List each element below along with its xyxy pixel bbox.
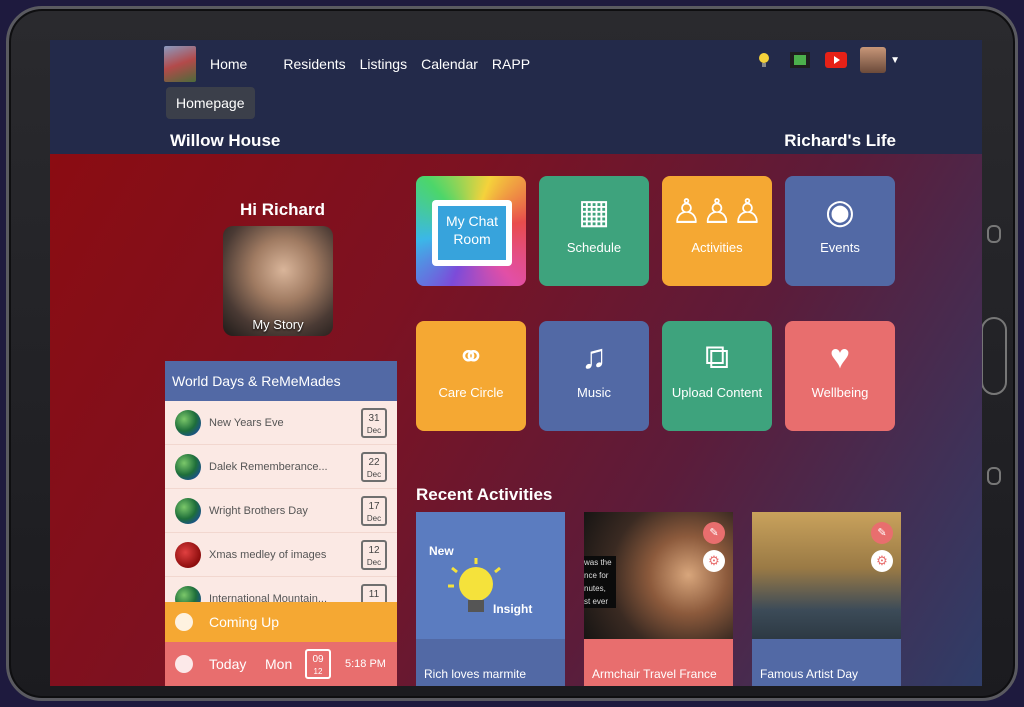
gear-icon[interactable]: ⚙ bbox=[703, 550, 725, 572]
coming-up-bar[interactable]: Coming Up bbox=[165, 602, 397, 642]
tile-wellbeing[interactable]: ♥ Wellbeing bbox=[785, 321, 895, 431]
upload-icon: ⧉ bbox=[704, 338, 730, 376]
top-icons: ▼ bbox=[752, 47, 900, 73]
calendar-icon: 31 Dec bbox=[361, 407, 387, 438]
calendar-icon: ▦ bbox=[577, 193, 611, 231]
tablet-frame: Home Residents Listings Calendar RAPP ▼ bbox=[6, 6, 1018, 701]
calendar-icon: 09 12 bbox=[305, 649, 331, 679]
camera-icon: ◉ bbox=[825, 193, 855, 231]
youtube-icon[interactable] bbox=[824, 49, 848, 71]
calendar-icon: 12 Dec bbox=[361, 539, 387, 570]
list-item[interactable]: Xmas medley of images 12 Dec bbox=[165, 533, 397, 577]
list-item[interactable]: Dalek Rememberance... 22 Dec bbox=[165, 445, 397, 489]
card-title: Armchair Travel France bbox=[584, 639, 733, 686]
gear-icon[interactable]: ⚙ bbox=[871, 550, 893, 572]
card-title: Famous Artist Day bbox=[752, 639, 901, 686]
globe-icon bbox=[175, 409, 201, 436]
edit-icon[interactable]: ✎ bbox=[871, 522, 893, 544]
homepage-button[interactable]: Homepage bbox=[166, 87, 255, 119]
today-bar[interactable]: Today Mon 09 12 5:18 PM bbox=[165, 642, 397, 686]
film-icon[interactable] bbox=[788, 49, 812, 71]
heart-icon: ♥ bbox=[829, 338, 851, 376]
nav-rapp[interactable]: RAPP bbox=[492, 56, 530, 72]
site-title: Willow House bbox=[170, 131, 281, 150]
tile-care-circle[interactable]: ⚭ Care Circle bbox=[416, 321, 526, 431]
tile-music[interactable]: ♫ Music bbox=[539, 321, 649, 431]
clock-icon bbox=[175, 655, 193, 673]
tile-my-chat-room[interactable]: My Chat Room bbox=[416, 176, 526, 286]
clock-icon bbox=[175, 613, 193, 631]
life-title: Richard's Life bbox=[784, 131, 896, 150]
lightbulb-icon[interactable] bbox=[752, 49, 776, 71]
my-story-label: My Story bbox=[252, 317, 304, 332]
globe-icon bbox=[175, 453, 201, 480]
greeting: Hi Richard bbox=[240, 200, 326, 219]
home-hardware-button[interactable] bbox=[981, 317, 1007, 395]
top-bar: Home Residents Listings Calendar RAPP ▼ bbox=[50, 40, 982, 154]
insight-image: New Insight bbox=[416, 512, 565, 652]
nav-calendar[interactable]: Calendar bbox=[421, 56, 478, 72]
tile-events[interactable]: ◉ Events bbox=[785, 176, 895, 286]
user-avatar[interactable] bbox=[860, 47, 887, 73]
calendar-icon: 17 Dec bbox=[361, 495, 387, 526]
nav-residents[interactable]: Residents bbox=[283, 56, 345, 72]
activity-card[interactable]: was the nce for nutes, st ever Armchair … bbox=[584, 512, 733, 686]
main-area: Hi Richard My Story World Days & ReMeMad… bbox=[50, 154, 982, 686]
edit-icon[interactable]: ✎ bbox=[703, 522, 725, 544]
world-days-title: World Days & ReMeMades bbox=[165, 361, 397, 401]
screen: Home Residents Listings Calendar RAPP ▼ bbox=[50, 40, 982, 686]
side-button-bottom[interactable] bbox=[987, 467, 1001, 485]
people-icon: ♙♙♙ bbox=[671, 193, 763, 231]
card-title: Rich loves marmite bbox=[416, 639, 565, 686]
tile-upload-content[interactable]: ⧉ Upload Content bbox=[662, 321, 772, 431]
care-circle-icon: ⚭ bbox=[456, 338, 486, 376]
list-item[interactable]: Wright Brothers Day 17 Dec bbox=[165, 489, 397, 533]
list-item[interactable]: New Years Eve 31 Dec bbox=[165, 401, 397, 445]
nav-listings[interactable]: Listings bbox=[360, 56, 407, 72]
house-logo[interactable] bbox=[164, 46, 196, 82]
my-story-tile[interactable]: My Story bbox=[223, 226, 333, 336]
chevron-down-icon[interactable]: ▼ bbox=[890, 55, 900, 66]
globe-icon bbox=[175, 497, 201, 524]
activity-card[interactable]: Famous Artist Day ✎ ⚙ bbox=[752, 512, 901, 686]
side-button-top[interactable] bbox=[987, 225, 1001, 243]
world-days-panel: World Days & ReMeMades New Years Eve 31 D… bbox=[165, 361, 397, 686]
recent-activities-title: Recent Activities bbox=[416, 485, 553, 504]
main-nav: Home Residents Listings Calendar RAPP bbox=[164, 46, 530, 82]
tv-icon: My Chat Room bbox=[432, 200, 512, 266]
activity-card[interactable]: New Insight Rich loves marmite bbox=[416, 512, 565, 686]
music-icon: ♫ bbox=[581, 338, 607, 376]
tile-activities[interactable]: ♙♙♙ Activities bbox=[662, 176, 772, 286]
calendar-icon: 22 Dec bbox=[361, 451, 387, 482]
red-image-icon bbox=[175, 541, 201, 568]
tile-schedule[interactable]: ▦ Schedule bbox=[539, 176, 649, 286]
nav-home[interactable]: Home bbox=[210, 56, 247, 72]
